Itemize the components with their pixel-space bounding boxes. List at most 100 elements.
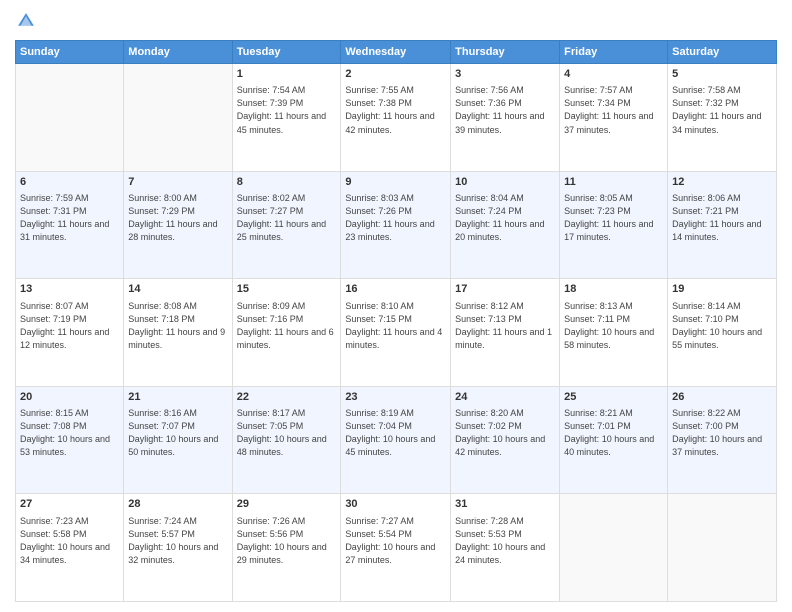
- day-number: 26: [672, 390, 772, 405]
- day-number: 28: [128, 497, 227, 512]
- day-number: 13: [20, 282, 119, 297]
- day-info: Sunrise: 8:19 AMSunset: 7:04 PMDaylight:…: [345, 407, 446, 459]
- calendar-header-row: SundayMondayTuesdayWednesdayThursdayFrid…: [16, 41, 777, 64]
- calendar-cell: 25 Sunrise: 8:21 AMSunset: 7:01 PMDayligh…: [560, 386, 668, 494]
- day-number: 3: [455, 67, 555, 82]
- day-info: Sunrise: 8:07 AMSunset: 7:19 PMDaylight:…: [20, 300, 119, 352]
- day-number: 2: [345, 67, 446, 82]
- day-info: Sunrise: 8:00 AMSunset: 7:29 PMDaylight:…: [128, 192, 227, 244]
- calendar-cell: 5Sunrise: 7:58 AMSunset: 7:32 PMDaylight…: [668, 64, 777, 172]
- calendar-week-row: 13 Sunrise: 8:07 AMSunset: 7:19 PMDayligh…: [16, 279, 777, 387]
- weekday-header: Thursday: [451, 41, 560, 64]
- day-number: 22: [237, 390, 337, 405]
- calendar-cell: 21 Sunrise: 8:16 AMSunset: 7:07 PMDayligh…: [124, 386, 232, 494]
- day-number: 18: [564, 282, 663, 297]
- calendar-cell: 9 Sunrise: 8:03 AMSunset: 7:26 PMDaylight…: [341, 171, 451, 279]
- calendar-week-row: 27Sunrise: 7:23 AMSunset: 5:58 PMDayligh…: [16, 494, 777, 602]
- day-number: 15: [237, 282, 337, 297]
- day-info: Sunrise: 7:54 AMSunset: 7:39 PMDaylight:…: [237, 84, 337, 136]
- calendar-cell: 22 Sunrise: 8:17 AMSunset: 7:05 PMDayligh…: [232, 386, 341, 494]
- calendar-cell: 30Sunrise: 7:27 AMSunset: 5:54 PMDayligh…: [341, 494, 451, 602]
- day-number: 19: [672, 282, 772, 297]
- calendar-week-row: 20 Sunrise: 8:15 AMSunset: 7:08 PMDayligh…: [16, 386, 777, 494]
- day-info: Sunrise: 8:20 AMSunset: 7:02 PMDaylight:…: [455, 407, 555, 459]
- calendar-table: SundayMondayTuesdayWednesdayThursdayFrid…: [15, 40, 777, 602]
- weekday-header: Tuesday: [232, 41, 341, 64]
- calendar-cell: 7Sunrise: 8:00 AMSunset: 7:29 PMDaylight…: [124, 171, 232, 279]
- day-info: Sunrise: 8:16 AMSunset: 7:07 PMDaylight:…: [128, 407, 227, 459]
- day-info: Sunrise: 8:12 AMSunset: 7:13 PMDaylight:…: [455, 300, 555, 352]
- calendar-cell: 26 Sunrise: 8:22 AMSunset: 7:00 PMDayligh…: [668, 386, 777, 494]
- day-number: 31: [455, 497, 555, 512]
- weekday-header: Sunday: [16, 41, 124, 64]
- day-number: 1: [237, 67, 337, 82]
- day-info: Sunrise: 7:55 AMSunset: 7:38 PMDaylight:…: [345, 84, 446, 136]
- calendar-cell: 19 Sunrise: 8:14 AMSunset: 7:10 PMDayligh…: [668, 279, 777, 387]
- day-number: 17: [455, 282, 555, 297]
- day-info: Sunrise: 8:14 AMSunset: 7:10 PMDaylight:…: [672, 300, 772, 352]
- header: [15, 10, 777, 32]
- day-number: 16: [345, 282, 446, 297]
- day-number: 10: [455, 175, 555, 190]
- page: SundayMondayTuesdayWednesdayThursdayFrid…: [0, 0, 792, 612]
- calendar-cell: 3 Sunrise: 7:56 AMSunset: 7:36 PMDaylight…: [451, 64, 560, 172]
- day-info: Sunrise: 8:10 AMSunset: 7:15 PMDaylight:…: [345, 300, 446, 352]
- day-number: 9: [345, 175, 446, 190]
- day-info: Sunrise: 8:03 AMSunset: 7:26 PMDaylight:…: [345, 192, 446, 244]
- calendar-week-row: 6 Sunrise: 7:59 AMSunset: 7:31 PMDaylight…: [16, 171, 777, 279]
- calendar-cell: 23 Sunrise: 8:19 AMSunset: 7:04 PMDayligh…: [341, 386, 451, 494]
- day-info: Sunrise: 8:06 AMSunset: 7:21 PMDaylight:…: [672, 192, 772, 244]
- day-info: Sunrise: 8:17 AMSunset: 7:05 PMDaylight:…: [237, 407, 337, 459]
- weekday-header: Friday: [560, 41, 668, 64]
- day-info: Sunrise: 7:24 AMSunset: 5:57 PMDaylight:…: [128, 515, 227, 567]
- day-info: Sunrise: 8:02 AMSunset: 7:27 PMDaylight:…: [237, 192, 337, 244]
- calendar-cell: [124, 64, 232, 172]
- day-number: 5: [672, 67, 772, 82]
- calendar-cell: 27Sunrise: 7:23 AMSunset: 5:58 PMDayligh…: [16, 494, 124, 602]
- day-info: Sunrise: 8:05 AMSunset: 7:23 PMDaylight:…: [564, 192, 663, 244]
- day-number: 30: [345, 497, 446, 512]
- calendar-cell: 24Sunrise: 8:20 AMSunset: 7:02 PMDayligh…: [451, 386, 560, 494]
- calendar-cell: 13 Sunrise: 8:07 AMSunset: 7:19 PMDayligh…: [16, 279, 124, 387]
- day-number: 11: [564, 175, 663, 190]
- calendar-cell: [16, 64, 124, 172]
- day-info: Sunrise: 7:28 AMSunset: 5:53 PMDaylight:…: [455, 515, 555, 567]
- day-number: 21: [128, 390, 227, 405]
- weekday-header: Wednesday: [341, 41, 451, 64]
- day-info: Sunrise: 7:57 AMSunset: 7:34 PMDaylight:…: [564, 84, 663, 136]
- calendar-cell: 29 Sunrise: 7:26 AMSunset: 5:56 PMDayligh…: [232, 494, 341, 602]
- calendar-cell: 16 Sunrise: 8:10 AMSunset: 7:15 PMDayligh…: [341, 279, 451, 387]
- calendar-cell: 15Sunrise: 8:09 AMSunset: 7:16 PMDayligh…: [232, 279, 341, 387]
- day-number: 27: [20, 497, 119, 512]
- calendar-cell: 10 Sunrise: 8:04 AMSunset: 7:24 PMDayligh…: [451, 171, 560, 279]
- calendar-cell: 20 Sunrise: 8:15 AMSunset: 7:08 PMDayligh…: [16, 386, 124, 494]
- calendar-cell: [668, 494, 777, 602]
- day-info: Sunrise: 8:15 AMSunset: 7:08 PMDaylight:…: [20, 407, 119, 459]
- day-number: 14: [128, 282, 227, 297]
- day-number: 20: [20, 390, 119, 405]
- calendar-cell: 4Sunrise: 7:57 AMSunset: 7:34 PMDaylight…: [560, 64, 668, 172]
- day-info: Sunrise: 8:21 AMSunset: 7:01 PMDaylight:…: [564, 407, 663, 459]
- day-info: Sunrise: 7:56 AMSunset: 7:36 PMDaylight:…: [455, 84, 555, 136]
- calendar-cell: 31 Sunrise: 7:28 AMSunset: 5:53 PMDayligh…: [451, 494, 560, 602]
- day-number: 29: [237, 497, 337, 512]
- day-info: Sunrise: 7:26 AMSunset: 5:56 PMDaylight:…: [237, 515, 337, 567]
- day-number: 8: [237, 175, 337, 190]
- calendar-cell: 14Sunrise: 8:08 AMSunset: 7:18 PMDayligh…: [124, 279, 232, 387]
- calendar-cell: [560, 494, 668, 602]
- day-info: Sunrise: 8:04 AMSunset: 7:24 PMDaylight:…: [455, 192, 555, 244]
- day-number: 6: [20, 175, 119, 190]
- logo: [15, 10, 39, 32]
- logo-icon: [15, 10, 37, 32]
- day-number: 12: [672, 175, 772, 190]
- day-info: Sunrise: 7:59 AMSunset: 7:31 PMDaylight:…: [20, 192, 119, 244]
- day-number: 25: [564, 390, 663, 405]
- day-info: Sunrise: 8:22 AMSunset: 7:00 PMDaylight:…: [672, 407, 772, 459]
- calendar-cell: 18Sunrise: 8:13 AMSunset: 7:11 PMDayligh…: [560, 279, 668, 387]
- calendar-cell: 8 Sunrise: 8:02 AMSunset: 7:27 PMDaylight…: [232, 171, 341, 279]
- day-number: 23: [345, 390, 446, 405]
- calendar-cell: 1 Sunrise: 7:54 AMSunset: 7:39 PMDaylight…: [232, 64, 341, 172]
- calendar-cell: 28 Sunrise: 7:24 AMSunset: 5:57 PMDayligh…: [124, 494, 232, 602]
- calendar-cell: 12 Sunrise: 8:06 AMSunset: 7:21 PMDayligh…: [668, 171, 777, 279]
- weekday-header: Saturday: [668, 41, 777, 64]
